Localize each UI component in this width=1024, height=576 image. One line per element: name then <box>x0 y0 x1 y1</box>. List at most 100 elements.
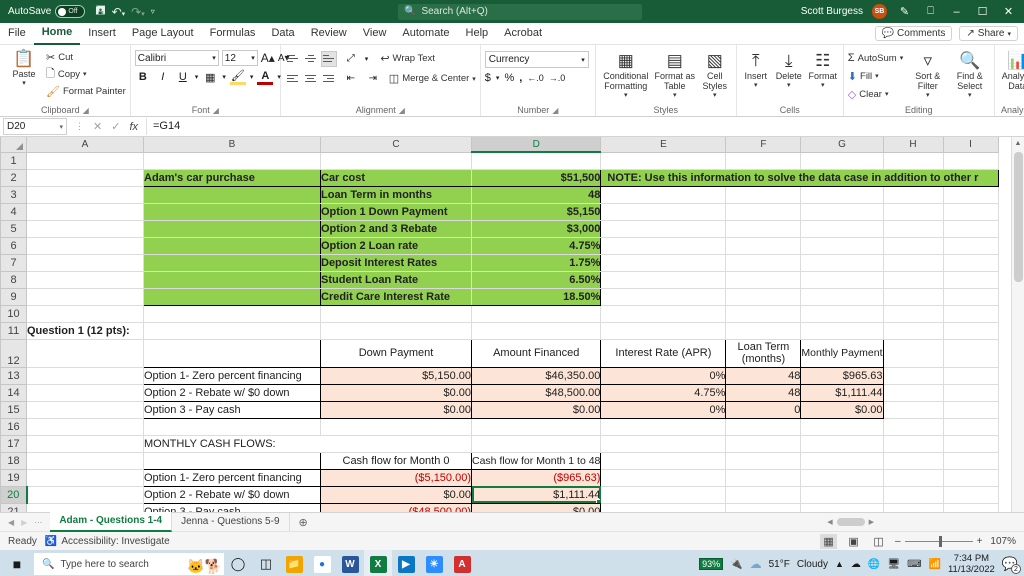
cell-i15[interactable] <box>943 401 999 419</box>
cell-i13[interactable] <box>943 367 999 385</box>
q1-row1-term[interactable]: 48 <box>725 383 802 402</box>
cell-a20[interactable] <box>26 486 144 504</box>
assumption-value-7[interactable]: 18.50% <box>470 288 602 306</box>
q1-row1-amount-financed[interactable]: $48,500.00 <box>470 383 602 402</box>
clipboard-dialog-launcher[interactable]: ◢ <box>83 105 89 116</box>
cell-h16[interactable] <box>883 418 944 436</box>
align-center-icon[interactable] <box>303 71 319 87</box>
cell-i5[interactable] <box>943 220 999 238</box>
cell-i17[interactable] <box>943 435 999 453</box>
cell-i16[interactable] <box>943 418 999 436</box>
row-header-21[interactable]: 21 <box>0 502 27 512</box>
cell-f3[interactable] <box>725 186 802 204</box>
fill-color-chevron-icon[interactable]: ▾ <box>250 73 254 81</box>
cell-f18[interactable] <box>725 452 802 470</box>
restore-button[interactable]: ☐ <box>974 5 991 18</box>
q1-row0-apr[interactable]: 0% <box>600 366 727 385</box>
cell-h12[interactable] <box>883 339 944 368</box>
formula-options-icon[interactable]: ⋮ <box>75 121 84 132</box>
cell-i21[interactable] <box>943 503 999 512</box>
merge-chevron-icon[interactable]: ▾ <box>472 75 476 83</box>
cell-e19[interactable] <box>600 469 727 487</box>
column-header-i[interactable]: I <box>942 137 999 153</box>
cell-a6[interactable] <box>26 237 144 255</box>
cell-i1[interactable] <box>943 152 999 170</box>
cell-i8[interactable] <box>943 271 999 289</box>
redo-icon[interactable]: ↷▾ <box>131 5 145 19</box>
cell-h20[interactable] <box>883 486 944 504</box>
cell-c1[interactable] <box>320 152 472 170</box>
horizontal-scroll-thumb[interactable] <box>836 518 865 526</box>
cf-row1-label[interactable]: Option 2 - Rebate w/ $0 down <box>143 485 321 504</box>
zoom-out-icon[interactable]: – <box>895 536 901 547</box>
assumption-label-1[interactable]: Loan Term in months <box>320 186 472 204</box>
format-cells-button[interactable]: ☷ Format ▾ <box>807 49 839 91</box>
q1-header-loan-term[interactable]: Loan Term (months) <box>725 338 802 368</box>
find-select-button[interactable]: 🔍 Find & Select ▾ <box>950 49 990 101</box>
cell-e17[interactable] <box>600 435 727 453</box>
assumption-value-5[interactable]: 1.75% <box>470 254 602 272</box>
decrease-decimal-icon[interactable]: →.0 <box>549 73 566 83</box>
cell-g4[interactable] <box>800 203 884 221</box>
cell-h17[interactable] <box>883 435 944 453</box>
assumption-value-4[interactable]: 4.75% <box>470 237 602 255</box>
display-icon[interactable]: 🖥 <box>887 559 900 570</box>
format-painter-button[interactable]: 🖌 Format Painter <box>46 83 126 99</box>
cell-d11[interactable] <box>471 322 602 340</box>
paste-chevron-icon[interactable]: ▾ <box>22 79 26 89</box>
vertical-scrollbar[interactable]: ▲ <box>1011 137 1024 512</box>
cell-h19[interactable] <box>883 469 944 487</box>
cell-b6[interactable] <box>143 237 321 255</box>
cell-a1[interactable] <box>26 152 144 170</box>
vertical-scroll-thumb[interactable] <box>1013 152 1023 282</box>
cell-f6[interactable] <box>725 237 802 255</box>
align-bottom-icon[interactable] <box>320 50 337 67</box>
hscroll-right-icon[interactable]: ▶ <box>865 518 874 526</box>
cell-f4[interactable] <box>725 203 802 221</box>
task-view-icon[interactable]: ◫ <box>252 550 280 576</box>
delete-cells-button[interactable]: ⤓ Delete ▾ <box>773 49 805 91</box>
cell-f11[interactable] <box>725 322 802 340</box>
tab-insert[interactable]: Insert <box>80 23 124 44</box>
sheet-prev-icon[interactable]: ◀ <box>8 518 14 527</box>
column-header-c[interactable]: C <box>320 137 472 153</box>
cell-a7[interactable] <box>26 254 144 272</box>
cell-h18[interactable] <box>883 452 944 470</box>
assumption-value-3[interactable]: $3,000 <box>470 220 602 238</box>
cell-h14[interactable] <box>883 384 944 402</box>
q1-row2-term[interactable]: 0 <box>725 400 802 419</box>
tab-home[interactable]: Home <box>33 22 81 45</box>
cell-g11[interactable] <box>800 322 884 340</box>
cell-e8[interactable] <box>600 271 727 289</box>
cashflows-title[interactable]: MONTHLY CASH FLOWS: <box>143 435 472 453</box>
cell-h9[interactable] <box>883 288 944 306</box>
assumption-label-4[interactable]: Option 2 Loan rate <box>320 237 472 255</box>
cell-b1[interactable] <box>143 152 321 170</box>
row-header-5[interactable]: 5 <box>0 219 27 238</box>
fill-color-icon[interactable]: 🖌 <box>229 69 246 85</box>
wrap-text-button[interactable]: ↩ Wrap Text <box>380 51 435 67</box>
acrobat-icon[interactable]: A <box>448 550 476 576</box>
q1-row0-down-payment[interactable]: $5,150.00 <box>320 366 472 385</box>
cell-d10[interactable] <box>471 305 602 323</box>
conditional-formatting-button[interactable]: ▦ Conditional Formatting ▾ <box>600 49 652 101</box>
page-layout-view-icon[interactable]: ▣ <box>845 534 862 549</box>
q1-header-down-payment[interactable]: Down Payment <box>320 338 472 368</box>
cell-g8[interactable] <box>800 271 884 289</box>
tab-page-layout[interactable]: Page Layout <box>124 23 202 44</box>
row-header-19[interactable]: 19 <box>0 468 27 487</box>
horizontal-scrollbar[interactable]: ◀ ▶ <box>827 518 874 526</box>
orientation-icon[interactable]: ⤢ <box>343 51 359 67</box>
insert-cells-button[interactable]: ⤒ Insert ▾ <box>741 49 771 91</box>
column-header-f[interactable]: F <box>725 137 802 153</box>
cell-a4[interactable] <box>26 203 144 221</box>
power-plug-icon[interactable]: 🔌 <box>730 559 742 570</box>
cell-e4[interactable] <box>600 203 727 221</box>
align-left-icon[interactable] <box>285 71 301 87</box>
cell-f20[interactable] <box>725 486 802 504</box>
cell-i7[interactable] <box>943 254 999 272</box>
sort-filter-button[interactable]: ▿ Sort & Filter ▾ <box>908 49 948 101</box>
clock[interactable]: 7:34 PM 11/13/2022 <box>948 553 995 575</box>
minimize-button[interactable]: – <box>948 6 965 18</box>
q1-row0-term[interactable]: 48 <box>725 366 802 385</box>
